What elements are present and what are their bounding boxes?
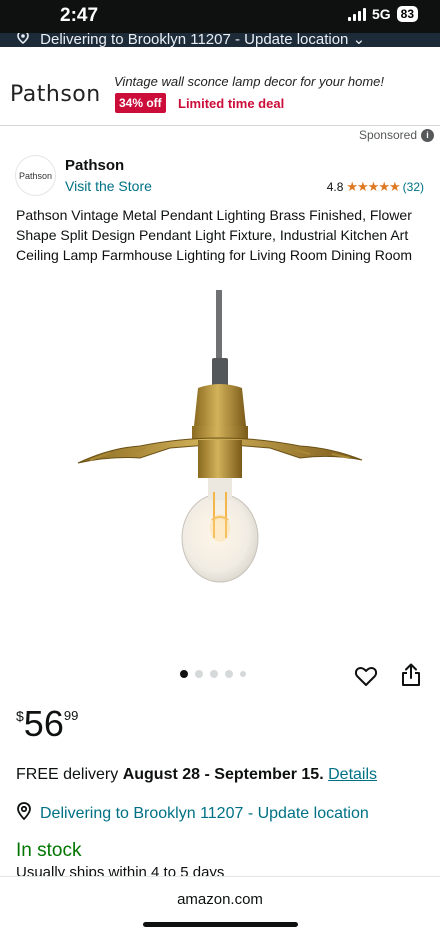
discount-badge: 34% off: [115, 93, 166, 113]
deal-label: Limited time deal: [178, 96, 285, 111]
image-carousel-dots[interactable]: [180, 670, 246, 678]
browser-domain[interactable]: amazon.com: [0, 891, 440, 908]
browser-bottom-bar: amazon.com: [0, 876, 440, 935]
carousel-dot[interactable]: [240, 671, 246, 677]
ad-brand-logo: Pathson: [10, 82, 101, 107]
battery-icon: 83: [396, 6, 418, 22]
rating-count: (32): [402, 180, 424, 194]
location-bar-text: Delivering to Brooklyn 11207 - Update lo…: [40, 33, 349, 47]
carousel-dot[interactable]: [210, 670, 218, 678]
rating-value: 4.8: [326, 180, 344, 194]
brand-name: Pathson: [65, 157, 125, 174]
location-pin-icon: [16, 33, 30, 47]
store-logo[interactable]: Pathson: [15, 155, 56, 196]
visit-store-link[interactable]: Visit the Store: [65, 178, 152, 194]
product-image[interactable]: [70, 288, 370, 608]
status-indicators: 5G 83: [347, 6, 418, 22]
location-bar[interactable]: Delivering to Brooklyn 11207 - Update lo…: [0, 33, 440, 47]
delivery-details-link[interactable]: Details: [328, 766, 377, 783]
home-indicator[interactable]: [143, 922, 298, 927]
price-whole: 56: [23, 703, 64, 744]
heart-icon[interactable]: [354, 664, 378, 688]
network-type: 5G: [371, 6, 391, 22]
product-title: Pathson Vintage Metal Pendant Lighting B…: [16, 207, 413, 263]
chevron-down-icon: ⌄: [352, 33, 366, 47]
delivery-dates: August 28 - September 15.: [122, 766, 324, 783]
rating-summary[interactable]: 4.8 ★★★★★ (32): [327, 179, 424, 195]
sponsored-ad-banner[interactable]: Pathson Vintage wall sconce lamp decor f…: [0, 64, 440, 126]
star-rating-icon: ★★★★★: [346, 179, 400, 194]
carousel-dot-active[interactable]: [180, 670, 188, 678]
price-fraction: 99: [63, 708, 79, 723]
carousel-dot[interactable]: [195, 670, 203, 678]
delivery-info: FREE delivery August 28 - September 15. …: [16, 766, 377, 784]
status-bar: 2:47 5G 83: [0, 0, 440, 33]
product-price: $ 56 99: [16, 702, 78, 746]
sponsored-label[interactable]: Sponsored i: [359, 128, 434, 142]
deliver-to-location[interactable]: Delivering to Brooklyn 11207 - Update lo…: [16, 802, 369, 825]
location-pin-icon: [16, 802, 32, 825]
info-icon[interactable]: i: [421, 128, 434, 142]
ad-tagline: Vintage wall sconce lamp decor for your …: [114, 74, 385, 89]
price-currency: $: [16, 708, 24, 724]
delivery-prefix: FREE delivery: [16, 766, 119, 783]
stock-status: In stock: [16, 840, 82, 861]
status-time: 2:47: [60, 5, 99, 26]
signal-icon: [347, 7, 366, 21]
share-icon[interactable]: [400, 663, 422, 687]
ships-within-text: Usually ships within 4 to 5 days: [16, 864, 225, 876]
carousel-dot[interactable]: [225, 670, 233, 678]
deliver-to-text: Delivering to Brooklyn 11207 - Update lo…: [40, 804, 369, 822]
